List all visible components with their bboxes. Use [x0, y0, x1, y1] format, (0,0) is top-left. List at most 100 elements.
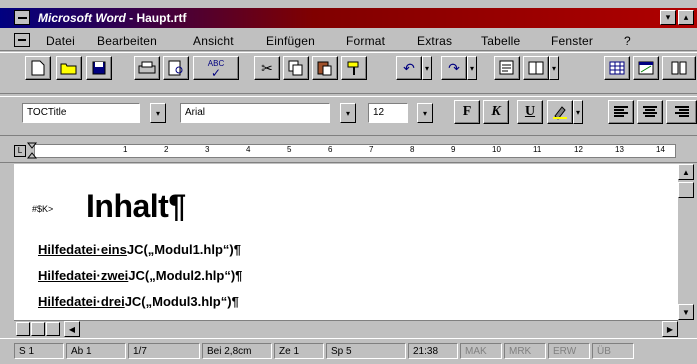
list-item[interactable]: Hilfedatei·einsJC(„Modul1.hlp“)¶	[38, 242, 241, 257]
scroll-left-icon[interactable]: ◀	[64, 321, 80, 337]
font-size-box[interactable]: 12	[368, 103, 408, 123]
font-dropdown[interactable]: ▾	[340, 103, 356, 123]
hotspot-link[interactable]: Hilfedatei·eins	[38, 242, 127, 257]
print-preview-icon[interactable]	[163, 56, 189, 80]
status-overtype-mode: ÜB	[592, 343, 634, 359]
indent-marker-icon[interactable]	[26, 142, 40, 160]
font-box[interactable]: Arial	[180, 103, 330, 123]
page-layout-view-icon[interactable]	[31, 322, 45, 336]
ruler[interactable]: 1 2 3 4 5 6 7 8 9 10 11 12 13 14 L	[0, 140, 697, 163]
align-center-icon[interactable]	[637, 100, 663, 124]
menu-fenster[interactable]: Fenster	[551, 34, 593, 48]
status-page: 1/7	[128, 343, 200, 359]
hotspot-link[interactable]: Hilfedatei·drei	[38, 294, 125, 309]
menu-datei[interactable]: Datei	[46, 34, 75, 48]
macro-code: JC(„Modul3.hlp“)¶	[124, 294, 239, 309]
highlight-icon[interactable]	[547, 100, 573, 124]
standard-toolbar: ABC ✓ ✂ ↶ ▾ ↷ ▾ ▾	[0, 52, 697, 94]
status-macro-recorder: MAK	[460, 343, 502, 359]
window-title: Microsoft Word - Haupt.rtf	[38, 11, 186, 25]
ruler-number: 4	[246, 145, 251, 154]
ruler-number: 12	[574, 145, 583, 154]
align-right-icon[interactable]	[666, 100, 697, 124]
underline-button[interactable]: U	[517, 100, 543, 124]
insert-frame-icon[interactable]	[523, 56, 549, 80]
copy-icon[interactable]	[283, 56, 309, 80]
ruler-number: 6	[328, 145, 333, 154]
tab-selector-icon[interactable]: L	[14, 145, 26, 157]
menu-ansicht[interactable]: Ansicht	[193, 34, 234, 48]
cut-icon[interactable]: ✂	[254, 56, 280, 80]
minimize-button[interactable]: ▾	[660, 10, 676, 25]
menu-einfuegen[interactable]: Einfügen	[266, 34, 315, 48]
normal-view-icon[interactable]	[16, 322, 30, 336]
menu-tabelle[interactable]: Tabelle	[481, 34, 520, 48]
scroll-up-icon[interactable]: ▲	[678, 164, 694, 180]
undo-icon[interactable]: ↶	[396, 56, 422, 80]
ruler-number: 2	[164, 145, 169, 154]
columns-icon[interactable]	[662, 56, 696, 80]
redo-dropdown[interactable]: ▾	[467, 56, 477, 80]
ruler-number: 7	[369, 145, 374, 154]
menu-help[interactable]: ?	[624, 34, 631, 48]
insert-excel-icon[interactable]	[633, 56, 659, 80]
app-name: Microsoft Word	[38, 11, 126, 25]
macro-code: JC(„Modul1.hlp“)¶	[126, 242, 241, 257]
ruler-number: 8	[410, 145, 415, 154]
word-window: Microsoft Word - Haupt.rtf ▾ ▴ Datei Bea…	[0, 0, 697, 364]
horizontal-scrollbar[interactable]: ◀ ▶	[14, 320, 678, 337]
format-painter-icon[interactable]	[341, 56, 367, 80]
spell-check-icon[interactable]: ABC ✓	[193, 56, 239, 80]
status-paragraph: Ab 1	[66, 343, 126, 359]
frame-dropdown[interactable]: ▾	[549, 56, 559, 80]
document-area[interactable]: #$K> Inhalt¶ Hilfedatei·einsJC(„Modul1.h…	[14, 164, 678, 320]
italic-button[interactable]: K	[483, 100, 509, 124]
scroll-down-icon[interactable]: ▼	[678, 304, 694, 320]
print-icon[interactable]	[134, 56, 160, 80]
style-dropdown[interactable]: ▾	[150, 103, 166, 123]
highlight-dropdown[interactable]: ▾	[573, 100, 583, 124]
ruler-number: 11	[533, 145, 542, 154]
status-mark-mode: MRK	[504, 343, 546, 359]
left-frame	[0, 164, 14, 338]
maximize-button[interactable]: ▴	[678, 10, 694, 25]
status-bar: S 1 Ab 1 1/7 Bei 2,8cm Ze 1 Sp 5 21:38 M…	[0, 338, 697, 364]
title-bar: Microsoft Word - Haupt.rtf ▾ ▴	[0, 8, 697, 28]
menu-bearbeiten[interactable]: Bearbeiten	[97, 34, 157, 48]
new-document-icon[interactable]	[25, 56, 51, 80]
ruler-number: 10	[492, 145, 501, 154]
scroll-right-icon[interactable]: ▶	[662, 321, 678, 337]
save-disk-icon[interactable]	[86, 56, 112, 80]
open-folder-icon[interactable]	[56, 56, 82, 80]
hotspot-link[interactable]: Hilfedatei·zwei	[38, 268, 128, 283]
vertical-scrollbar[interactable]: ▲ ▼	[678, 164, 695, 320]
bold-button[interactable]: F	[454, 100, 480, 124]
autoformat-icon[interactable]	[494, 56, 520, 80]
style-box[interactable]: TOCTitle	[22, 103, 140, 123]
ruler-strip[interactable]: 1 2 3 4 5 6 7 8 9 10 11 12 13 14	[34, 144, 676, 158]
align-left-icon[interactable]	[608, 100, 634, 124]
menu-format[interactable]: Format	[346, 34, 385, 48]
status-column: Sp 5	[326, 343, 406, 359]
status-line: Ze 1	[274, 343, 324, 359]
ruler-number: 14	[656, 145, 665, 154]
ruler-number: 3	[205, 145, 210, 154]
list-item[interactable]: Hilfedatei·dreiJC(„Modul3.hlp“)¶	[38, 294, 239, 309]
formatting-toolbar: TOCTitle ▾ Arial ▾ 12 ▾ F K U ▾	[0, 96, 697, 136]
footnote-marks: #$K>	[32, 204, 54, 214]
menu-extras[interactable]: Extras	[417, 34, 452, 48]
system-menu-button[interactable]	[14, 10, 30, 25]
undo-dropdown[interactable]: ▾	[422, 56, 432, 80]
menu-bar: Datei Bearbeiten Ansicht Einfügen Format…	[0, 30, 697, 51]
outline-view-icon[interactable]	[46, 322, 60, 336]
insert-table-icon[interactable]	[604, 56, 630, 80]
document-name: - Haupt.rtf	[125, 11, 187, 25]
status-time: 21:38	[408, 343, 458, 359]
paste-icon[interactable]	[312, 56, 338, 80]
status-section: S 1	[14, 343, 64, 359]
scroll-thumb[interactable]	[678, 182, 694, 198]
font-size-dropdown[interactable]: ▾	[417, 103, 433, 123]
redo-icon[interactable]: ↷	[441, 56, 467, 80]
document-control-menu[interactable]	[14, 33, 30, 47]
list-item[interactable]: Hilfedatei·zweiJC(„Modul2.hlp“)¶	[38, 268, 242, 283]
